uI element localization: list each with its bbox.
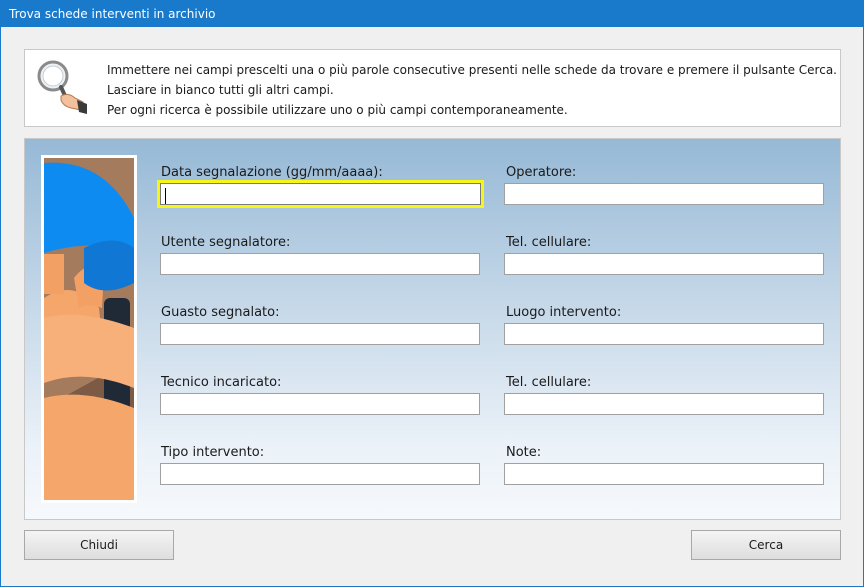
tecnico-incaricato-input[interactable] — [160, 393, 480, 415]
info-text-line-3: Per ogni ricerca è possibile utilizzare … — [107, 103, 568, 117]
label-operatore: Operatore: — [506, 165, 577, 180]
technician-illustration — [41, 155, 137, 503]
title-bar[interactable]: Trova schede interventi in archivio — [1, 1, 863, 27]
note-input[interactable] — [504, 463, 824, 485]
label-utente-segnalatore: Utente segnalatore: — [161, 235, 291, 250]
label-note: Note: — [506, 445, 542, 460]
label-tel-cellulare-1: Tel. cellulare: — [506, 235, 592, 250]
luogo-intervento-input[interactable] — [504, 323, 824, 345]
label-tel-cellulare-2: Tel. cellulare: — [506, 375, 592, 390]
search-form-panel: Data segnalazione (gg/mm/aaaa): Utente s… — [24, 138, 841, 520]
info-text-line-2: Lasciare in bianco tutti gli altri campi… — [107, 83, 334, 97]
label-guasto-segnalato: Guasto segnalato: — [161, 305, 280, 320]
label-tipo-intervento: Tipo intervento: — [161, 445, 265, 460]
operatore-input[interactable] — [504, 183, 824, 205]
info-panel: Immettere nei campi prescelti una o più … — [24, 49, 841, 127]
utente-segnalatore-input[interactable] — [160, 253, 480, 275]
guasto-segnalato-input[interactable] — [160, 323, 480, 345]
magnifier-icon — [35, 58, 87, 116]
window-title: Trova schede interventi in archivio — [9, 7, 216, 21]
close-button[interactable]: Chiudi — [24, 530, 174, 560]
tipo-intervento-input[interactable] — [160, 463, 480, 485]
info-text-line-1: Immettere nei campi prescelti una o più … — [107, 63, 837, 77]
dialog-body: Immettere nei campi prescelti una o più … — [1, 27, 863, 586]
tel-cellulare-input-1[interactable] — [504, 253, 824, 275]
search-dialog: Trova schede interventi in archivio Imme… — [0, 0, 864, 587]
label-data-segnalazione: Data segnalazione (gg/mm/aaaa): — [161, 165, 383, 180]
label-luogo-intervento: Luogo intervento: — [506, 305, 622, 320]
tel-cellulare-input-2[interactable] — [504, 393, 824, 415]
label-tecnico-incaricato: Tecnico incaricato: — [161, 375, 282, 390]
text-caret — [165, 188, 166, 204]
search-button[interactable]: Cerca — [691, 530, 841, 560]
data-segnalazione-input[interactable] — [157, 180, 484, 208]
